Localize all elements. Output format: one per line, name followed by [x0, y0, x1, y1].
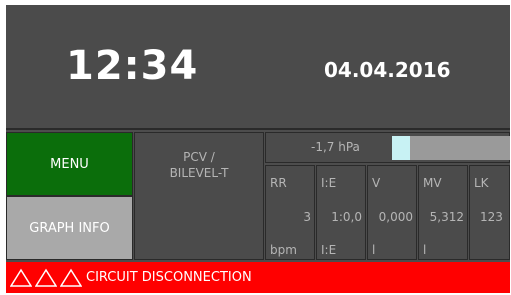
- header: 12:34 04.04.2016: [6, 5, 510, 130]
- param-name: V: [372, 176, 381, 190]
- alarm-message: CIRCUIT DISCONNECTION: [86, 270, 252, 285]
- param-lk: LK 123: [469, 165, 510, 260]
- param-unit: I:E: [321, 243, 337, 257]
- param-v: V 0,000 l: [367, 165, 417, 260]
- ventilator-screen: 12:34 04.04.2016 MENU GRAPH INFO PCV / B…: [6, 5, 510, 293]
- param-value: 3: [303, 210, 311, 224]
- graph-info-button[interactable]: GRAPH INFO: [6, 196, 133, 260]
- param-name: LK: [474, 176, 489, 190]
- param-name: I:E: [321, 176, 337, 190]
- mode-line-2: BILEVEL-T: [169, 166, 229, 180]
- param-unit: l: [423, 243, 427, 257]
- pressure-indicator: -1,7 hPa: [265, 132, 510, 163]
- pressure-label: -1,7 hPa: [311, 140, 360, 154]
- param-rr: RR 3 bpm: [265, 165, 315, 260]
- pressure-bar-fill: [392, 136, 410, 160]
- param-value: 123: [480, 210, 503, 224]
- warning-triangle-icon: [10, 268, 32, 287]
- warning-triangle-icon: [35, 268, 57, 287]
- param-value: 5,312: [429, 210, 464, 224]
- param-name: RR: [270, 176, 287, 190]
- mode-line-1: PCV /: [183, 150, 215, 164]
- param-value: 1:0,0: [331, 210, 362, 224]
- menu-button[interactable]: MENU: [6, 132, 133, 196]
- date: 04.04.2016: [324, 58, 451, 82]
- ventilation-mode: PCV / BILEVEL-T: [134, 132, 264, 260]
- param-unit: l: [372, 243, 376, 257]
- param-mv: MV 5,312 l: [418, 165, 468, 260]
- clock: 12:34: [66, 43, 199, 89]
- param-name: MV: [423, 176, 442, 190]
- param-unit: bpm: [270, 243, 297, 257]
- pressure-bar: [392, 136, 510, 160]
- param-ie: I:E 1:0,0 I:E: [316, 165, 366, 260]
- warning-triangle-icon: [60, 268, 82, 287]
- alarm-bar[interactable]: CIRCUIT DISCONNECTION: [6, 262, 510, 293]
- param-value: 0,000: [378, 210, 413, 224]
